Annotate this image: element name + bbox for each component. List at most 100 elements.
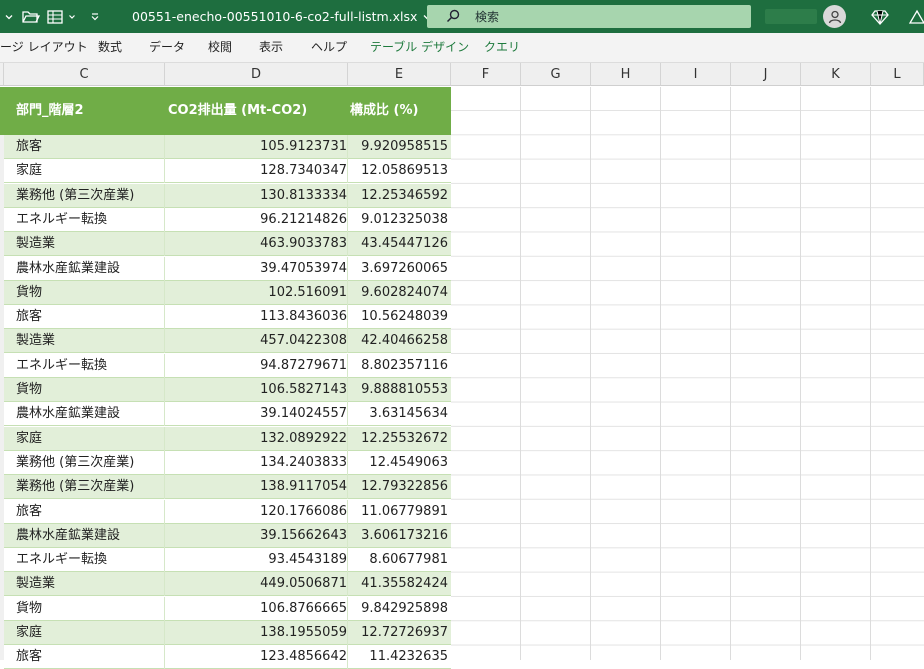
- cell-share[interactable]: 9.888810553: [349, 378, 448, 401]
- table-row[interactable]: 業務他 (第三次産業) 138.9117054 12.79322856: [4, 475, 451, 500]
- cell-co2-emissions[interactable]: 93.4543189: [166, 548, 347, 571]
- cell-share[interactable]: 41.35582424: [349, 572, 448, 595]
- tab-formulas[interactable]: 数式: [98, 33, 122, 62]
- cell-department[interactable]: 業務他 (第三次産業): [16, 184, 134, 207]
- cell-co2-emissions[interactable]: 106.5827143: [166, 378, 347, 401]
- table-row[interactable]: 旅客 123.4856642 11.4232635: [4, 645, 451, 669]
- cell-share[interactable]: 3.697260065: [349, 257, 448, 280]
- cell-department[interactable]: 貨物: [16, 281, 42, 304]
- cell-department[interactable]: エネルギー転換: [16, 548, 107, 571]
- column-header-f[interactable]: F: [451, 63, 521, 86]
- cell-share[interactable]: 12.4549063: [349, 451, 448, 474]
- column-header-j[interactable]: J: [731, 63, 801, 86]
- cell-share[interactable]: 8.60677981: [349, 548, 448, 571]
- cell-department[interactable]: 製造業: [16, 329, 55, 352]
- cell-department[interactable]: 家庭: [16, 159, 42, 182]
- cell-department[interactable]: エネルギー転換: [16, 354, 107, 377]
- table-row[interactable]: 製造業 457.0422308 42.40466258: [4, 329, 451, 354]
- cell-co2-emissions[interactable]: 39.47053974: [166, 257, 347, 280]
- cell-department[interactable]: 農林水産鉱業建設: [16, 524, 120, 547]
- cell-co2-emissions[interactable]: 39.14024557: [166, 402, 347, 425]
- search-box[interactable]: 検索: [427, 5, 751, 28]
- table-row[interactable]: 製造業 449.0506871 41.35582424: [4, 572, 451, 597]
- cell-department[interactable]: 貨物: [16, 378, 42, 401]
- table-row[interactable]: エネルギー転換 94.87279671 8.802357116: [4, 353, 451, 378]
- column-header-k[interactable]: K: [801, 63, 871, 86]
- tab-query[interactable]: クエリ: [484, 33, 520, 62]
- cell-share[interactable]: 12.72726937: [349, 621, 448, 644]
- cell-co2-emissions[interactable]: 120.1766086: [166, 500, 347, 523]
- cell-department[interactable]: 貨物: [16, 597, 42, 620]
- column-header-h[interactable]: H: [591, 63, 661, 86]
- tab-review[interactable]: 校閲: [208, 33, 232, 62]
- cell-department[interactable]: 旅客: [16, 305, 42, 328]
- table-row[interactable]: 旅客 105.9123731 9.920958515: [4, 135, 451, 159]
- cell-share[interactable]: 9.842925898: [349, 597, 448, 620]
- table-row[interactable]: 農林水産鉱業建設 39.14024557 3.63145634: [4, 402, 451, 427]
- table-row[interactable]: 農林水産鉱業建設 39.47053974 3.697260065: [4, 256, 451, 281]
- column-header-c[interactable]: C: [4, 63, 165, 86]
- warning-icon[interactable]: [909, 0, 924, 33]
- cell-department[interactable]: 家庭: [16, 621, 42, 644]
- cell-share[interactable]: 43.45447126: [349, 232, 448, 255]
- cell-share[interactable]: 12.25532672: [349, 427, 448, 450]
- cell-co2-emissions[interactable]: 128.7340347: [166, 159, 347, 182]
- cell-co2-emissions[interactable]: 138.1955059: [166, 621, 347, 644]
- table-row[interactable]: 製造業 463.9033783 43.45447126: [4, 232, 451, 257]
- cell-co2-emissions[interactable]: 105.9123731: [166, 135, 347, 158]
- table-row[interactable]: 業務他 (第三次産業) 134.2403833 12.4549063: [4, 450, 451, 475]
- tab-page-layout[interactable]: ージ レイアウト: [0, 33, 88, 62]
- column-header-e[interactable]: E: [348, 63, 451, 86]
- tab-table-design[interactable]: テーブル デザイン: [370, 33, 469, 62]
- chevron-down-icon[interactable]: [68, 0, 76, 33]
- table-view-icon[interactable]: [47, 0, 65, 33]
- cell-co2-emissions[interactable]: 94.87279671: [166, 354, 347, 377]
- cell-department[interactable]: エネルギー転換: [16, 208, 107, 231]
- avatar[interactable]: [823, 5, 846, 28]
- cell-department[interactable]: 農林水産鉱業建設: [16, 402, 120, 425]
- table-row[interactable]: 旅客 120.1766086 11.06779891: [4, 499, 451, 524]
- header-co2-emissions[interactable]: CO2排出量 (Mt-CO2): [168, 87, 307, 135]
- cell-co2-emissions[interactable]: 457.0422308: [166, 329, 347, 352]
- cell-co2-emissions[interactable]: 123.4856642: [166, 645, 347, 668]
- tab-view[interactable]: 表示: [259, 33, 283, 62]
- cell-co2-emissions[interactable]: 39.15662643: [166, 524, 347, 547]
- cell-department[interactable]: 旅客: [16, 135, 42, 158]
- cell-department[interactable]: 旅客: [16, 645, 42, 668]
- table-row[interactable]: エネルギー転換 96.21214826 9.012325038: [4, 207, 451, 232]
- chevron-down-icon[interactable]: [4, 0, 14, 33]
- cell-co2-emissions[interactable]: 102.516091: [166, 281, 347, 304]
- diamond-icon[interactable]: [871, 0, 889, 33]
- header-department[interactable]: 部門_階層2: [16, 87, 84, 135]
- cell-co2-emissions[interactable]: 463.9033783: [166, 232, 347, 255]
- table-row[interactable]: 貨物 106.8766665 9.842925898: [4, 596, 451, 621]
- table-row[interactable]: 貨物 106.5827143 9.888810553: [4, 378, 451, 402]
- cell-co2-emissions[interactable]: 449.0506871: [166, 572, 347, 595]
- cell-share[interactable]: 11.4232635: [349, 645, 448, 668]
- cell-share[interactable]: 3.606173216: [349, 524, 448, 547]
- tab-help[interactable]: ヘルプ: [311, 33, 347, 62]
- cell-share[interactable]: 42.40466258: [349, 329, 448, 352]
- table-row[interactable]: 家庭 138.1955059 12.72726937: [4, 621, 451, 645]
- cell-co2-emissions[interactable]: 130.8133334: [166, 184, 347, 207]
- table-row[interactable]: 家庭 128.7340347 12.05869513: [4, 159, 451, 184]
- table-row[interactable]: 農林水産鉱業建設 39.15662643 3.606173216: [4, 523, 451, 548]
- column-header-i[interactable]: I: [661, 63, 731, 86]
- column-header-g[interactable]: G: [521, 63, 591, 86]
- open-folder-icon[interactable]: [22, 0, 40, 33]
- cell-department[interactable]: 家庭: [16, 427, 42, 450]
- table-row[interactable]: 家庭 132.0892922 12.25532672: [4, 426, 451, 451]
- cell-share[interactable]: 11.06779891: [349, 500, 448, 523]
- cell-department[interactable]: 業務他 (第三次産業): [16, 451, 134, 474]
- cell-co2-emissions[interactable]: 138.9117054: [166, 475, 347, 498]
- customize-toolbar-icon[interactable]: [90, 0, 100, 33]
- cell-department[interactable]: 農林水産鉱業建設: [16, 257, 120, 280]
- tab-data[interactable]: データ: [149, 33, 185, 62]
- cell-co2-emissions[interactable]: 106.8766665: [166, 597, 347, 620]
- cell-share[interactable]: 12.79322856: [349, 475, 448, 498]
- table-row[interactable]: エネルギー転換 93.4543189 8.60677981: [4, 548, 451, 573]
- header-share[interactable]: 構成比 (%): [350, 87, 418, 135]
- cell-co2-emissions[interactable]: 134.2403833: [166, 451, 347, 474]
- cell-share[interactable]: 9.920958515: [349, 135, 448, 158]
- cell-department[interactable]: 旅客: [16, 500, 42, 523]
